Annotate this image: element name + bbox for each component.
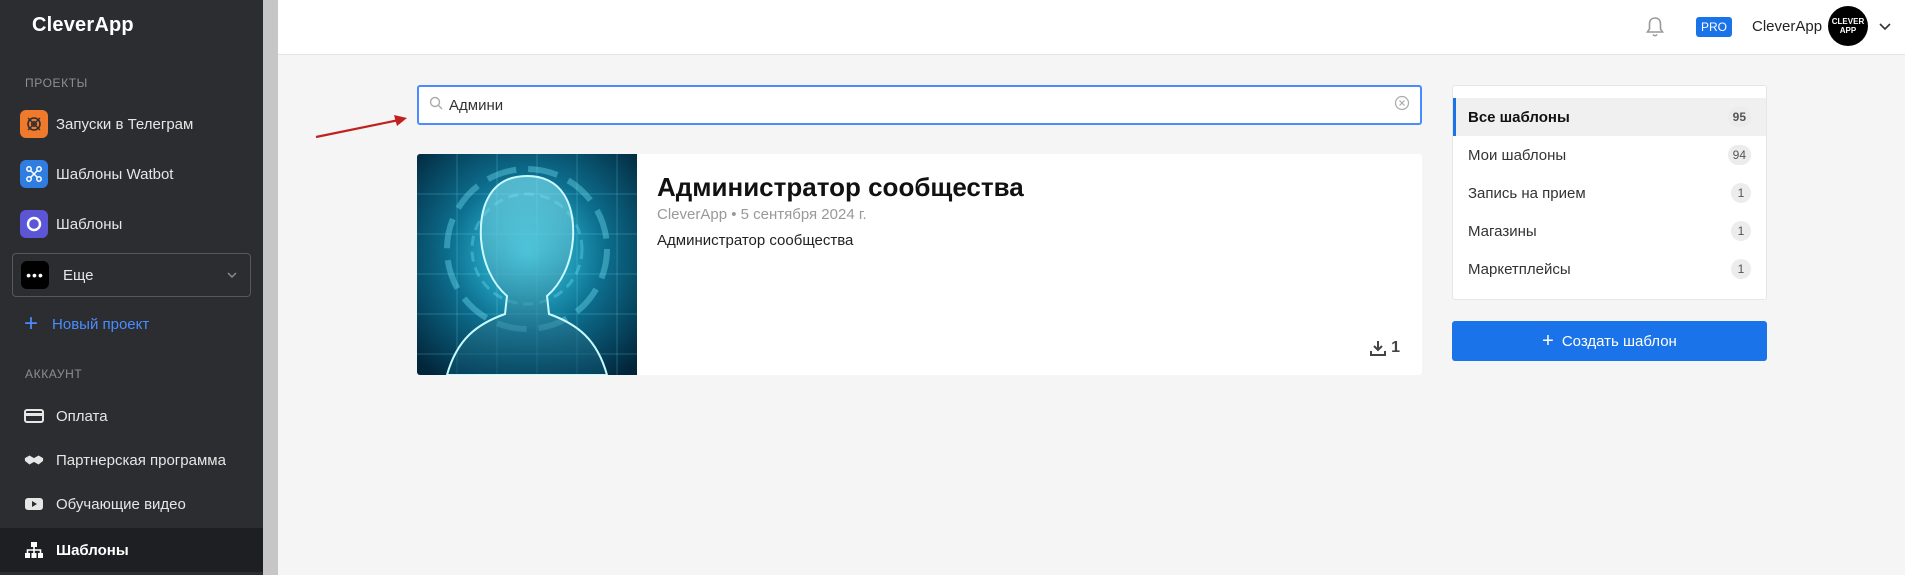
pro-badge: PRO	[1696, 17, 1733, 37]
category-label: Все шаблоны	[1468, 108, 1570, 126]
sidebar-item-templates-project[interactable]: Шаблоны	[0, 204, 263, 244]
more-label: Еще	[63, 266, 94, 284]
sidebar-item-tutorial-videos[interactable]: Обучающие видео	[0, 484, 263, 524]
template-description: Администратор сообщества	[657, 232, 854, 249]
template-thumbnail	[417, 154, 637, 375]
sidebar: CleverApp ПРОЕКТЫ Запуски в Телеграм Шаб…	[0, 0, 263, 575]
telegram-launch-icon	[20, 110, 48, 138]
clear-search-icon[interactable]	[1394, 95, 1410, 116]
category-count: 1	[1731, 183, 1751, 203]
sidebar-item-label: Шаблоны Watbot	[56, 165, 174, 183]
sidebar-item-label: Запуски в Телеграм	[56, 115, 194, 133]
sidebar-item-label: Оплата	[56, 407, 108, 425]
create-template-button[interactable]: + Создать шаблон	[1452, 321, 1767, 361]
templates-circle-icon	[20, 210, 48, 238]
projects-section-title: ПРОЕКТЫ	[25, 76, 88, 90]
search-icon	[429, 96, 443, 115]
category-my-templates[interactable]: Мои шаблоны 94	[1453, 136, 1766, 174]
category-shops[interactable]: Магазины 1	[1453, 212, 1766, 250]
category-label: Мои шаблоны	[1468, 146, 1567, 164]
categories-panel: Все шаблоны 95 Мои шаблоны 94 Запись на …	[1452, 85, 1767, 300]
sidebar-item-partner-program[interactable]: Партнерская программа	[0, 440, 263, 480]
category-count: 1	[1731, 221, 1751, 241]
category-all-templates[interactable]: Все шаблоны 95	[1453, 98, 1766, 136]
category-marketplaces[interactable]: Маркетплейсы 1	[1453, 250, 1766, 288]
chevron-down-icon	[226, 268, 238, 285]
handshake-icon	[24, 450, 44, 470]
template-search	[417, 85, 1422, 125]
sidebar-item-label: Обучающие видео	[56, 495, 186, 513]
new-project-label: Новый проект	[52, 315, 150, 333]
app-logo[interactable]: CleverApp	[32, 14, 134, 37]
sidebar-item-label: Партнерская программа	[56, 451, 226, 469]
download-icon	[1370, 341, 1387, 356]
category-label: Маркетплейсы	[1468, 260, 1571, 278]
template-title[interactable]: Администратор сообщества	[657, 172, 1024, 203]
template-meta: CleverApp • 5 сентября 2024 г.	[657, 206, 867, 223]
sidebar-item-label: Шаблоны	[56, 215, 123, 233]
annotation-arrow-icon	[315, 115, 407, 139]
account-section-title: АККАУНТ	[25, 367, 83, 381]
card-icon	[24, 406, 44, 426]
plus-icon: +	[1542, 330, 1554, 352]
notification-bell-icon[interactable]	[1645, 16, 1665, 43]
category-count: 1	[1731, 259, 1751, 279]
watbot-icon	[20, 160, 48, 188]
download-count: 1	[1369, 339, 1400, 357]
search-input[interactable]	[449, 96, 1394, 114]
more-projects-dropdown[interactable]: ••• Еще	[12, 253, 251, 297]
category-count: 95	[1727, 107, 1751, 127]
template-card[interactable]: Администратор сообщества CleverApp • 5 с…	[417, 154, 1422, 375]
category-label: Запись на прием	[1468, 184, 1586, 202]
avatar[interactable]: CLEVER APP	[1828, 6, 1868, 46]
create-template-label: Создать шаблон	[1561, 332, 1677, 350]
sidebar-item-label: Шаблоны	[56, 541, 129, 559]
sidebar-item-templates[interactable]: Шаблоны	[0, 528, 263, 572]
sidebar-item-telegram-launches[interactable]: Запуски в Телеграм	[0, 104, 263, 144]
sidebar-item-payment[interactable]: Оплата	[0, 396, 263, 436]
category-count: 94	[1727, 145, 1751, 165]
sidebar-item-watbot-templates[interactable]: Шаблоны Watbot	[0, 154, 263, 194]
plus-icon: +	[24, 310, 39, 337]
more-dots-icon: •••	[21, 261, 49, 289]
sitemap-icon	[24, 540, 44, 560]
user-name[interactable]: CleverApp	[1752, 18, 1822, 35]
chevron-down-icon[interactable]	[1878, 20, 1892, 39]
sidebar-scrollbar[interactable]	[263, 0, 278, 575]
category-label: Магазины	[1468, 222, 1537, 240]
category-appointments[interactable]: Запись на прием 1	[1453, 174, 1766, 212]
new-project-button[interactable]: + Новый проект	[20, 312, 149, 336]
download-count-value: 1	[1391, 339, 1400, 356]
video-icon	[24, 494, 44, 514]
